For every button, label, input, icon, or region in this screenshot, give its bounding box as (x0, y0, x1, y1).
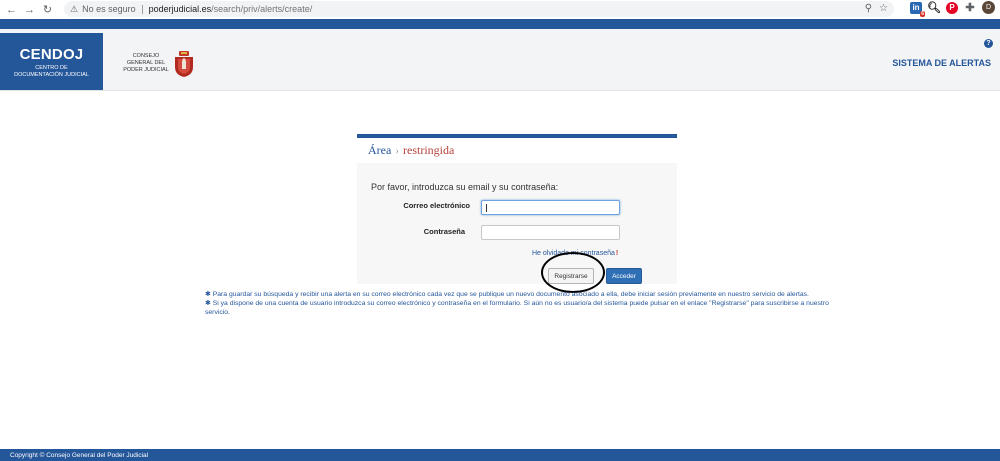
cgpj-seal-icon (175, 51, 193, 77)
back-icon[interactable]: ← (5, 3, 18, 16)
text-caret (486, 204, 487, 212)
email-field[interactable] (481, 200, 620, 215)
highlight-circle (541, 252, 605, 293)
extension-badge: 6 (920, 10, 925, 17)
browser-toolbar: ← → ↻ ⚠ No es seguro poderjudicial.es/se… (0, 0, 1000, 19)
logo-subtitle-2: DOCUMENTACIÓN JUDICIAL (14, 72, 89, 78)
login-intro: Por favor, introduzca su email y su cont… (371, 182, 559, 192)
logo-title: CENDOJ (19, 46, 84, 63)
help-icon[interactable]: ? (984, 39, 993, 48)
zoom-icon[interactable]: ⚲ (865, 3, 872, 14)
cgpj-line-2: GENERAL DEL (126, 60, 166, 66)
note-item: ✱ Si ya dispone de una cuenta de usuario … (205, 299, 830, 317)
note-1: Para guardar su búsqueda y recibir una a… (212, 291, 809, 298)
password-label: Contraseña (423, 227, 465, 236)
cgpj-line-1: CONSEJO (132, 53, 160, 59)
url-host[interactable]: poderjudicial.es (149, 4, 212, 14)
breadcrumb-area[interactable]: Área (368, 143, 391, 158)
breadcrumb: Área › restringida (357, 138, 677, 163)
logo-subtitle-1: CENTRO DE (35, 65, 68, 71)
alert-icon: ! (615, 250, 619, 257)
linkedin-extension-icon[interactable]: in 6 (910, 1, 925, 17)
cendoj-logo[interactable]: CENDOJ CENTRO DE DOCUMENTACIÓN JUDICIAL (0, 33, 103, 90)
cgpj-text: CONSEJO GENERAL DEL PODER JUDICIAL (122, 53, 170, 74)
address-bar[interactable]: ⚠ No es seguro poderjudicial.es/search/p… (64, 1, 894, 17)
top-stripe (0, 19, 1000, 29)
url-path[interactable]: /search/priv/alerts/create/ (211, 4, 312, 14)
password-field[interactable] (481, 225, 620, 240)
copyright-text: Copyright © Consejo General del Poder Ju… (10, 451, 149, 459)
security-label[interactable]: No es seguro (82, 4, 136, 14)
system-title: SISTEMA DE ALERTAS (892, 58, 991, 68)
breadcrumb-restricted: restringida (403, 143, 455, 157)
access-button[interactable]: Acceder (606, 268, 642, 284)
breadcrumb-separator: › (395, 144, 399, 157)
puzzle-extensions-icon[interactable]: ✚ (964, 2, 976, 14)
site-header: CENDOJ CENTRO DE DOCUMENTACIÓN JUDICIAL … (0, 29, 1000, 91)
asterisk-icon: ✱ (205, 291, 211, 298)
separator (141, 4, 143, 14)
search-extension-icon[interactable]: 🔍︎ (927, 2, 941, 14)
pinterest-extension-icon[interactable]: P (946, 1, 958, 14)
note-2: Si ya dispone de una cuenta de usuario i… (205, 300, 829, 316)
bookmark-star-icon[interactable]: ☆ (879, 3, 888, 14)
profile-avatar[interactable]: D (982, 1, 995, 14)
asterisk-icon: ✱ (205, 300, 211, 307)
info-notes: ✱ Para guardar su búsqueda y recibir una … (205, 290, 830, 317)
cgpj-line-3: PODER JUDICIAL (123, 67, 169, 73)
forward-icon[interactable]: → (23, 3, 36, 16)
warning-icon[interactable]: ⚠ (70, 4, 78, 15)
note-item: ✱ Para guardar su búsqueda y recibir una … (205, 290, 830, 299)
email-label: Correo electrónico (403, 201, 470, 210)
footer: Copyright © Consejo General del Poder Ju… (0, 449, 1000, 461)
login-panel: Área › restringida Por favor, introduzca… (357, 134, 677, 284)
reload-icon[interactable]: ↻ (41, 3, 54, 16)
